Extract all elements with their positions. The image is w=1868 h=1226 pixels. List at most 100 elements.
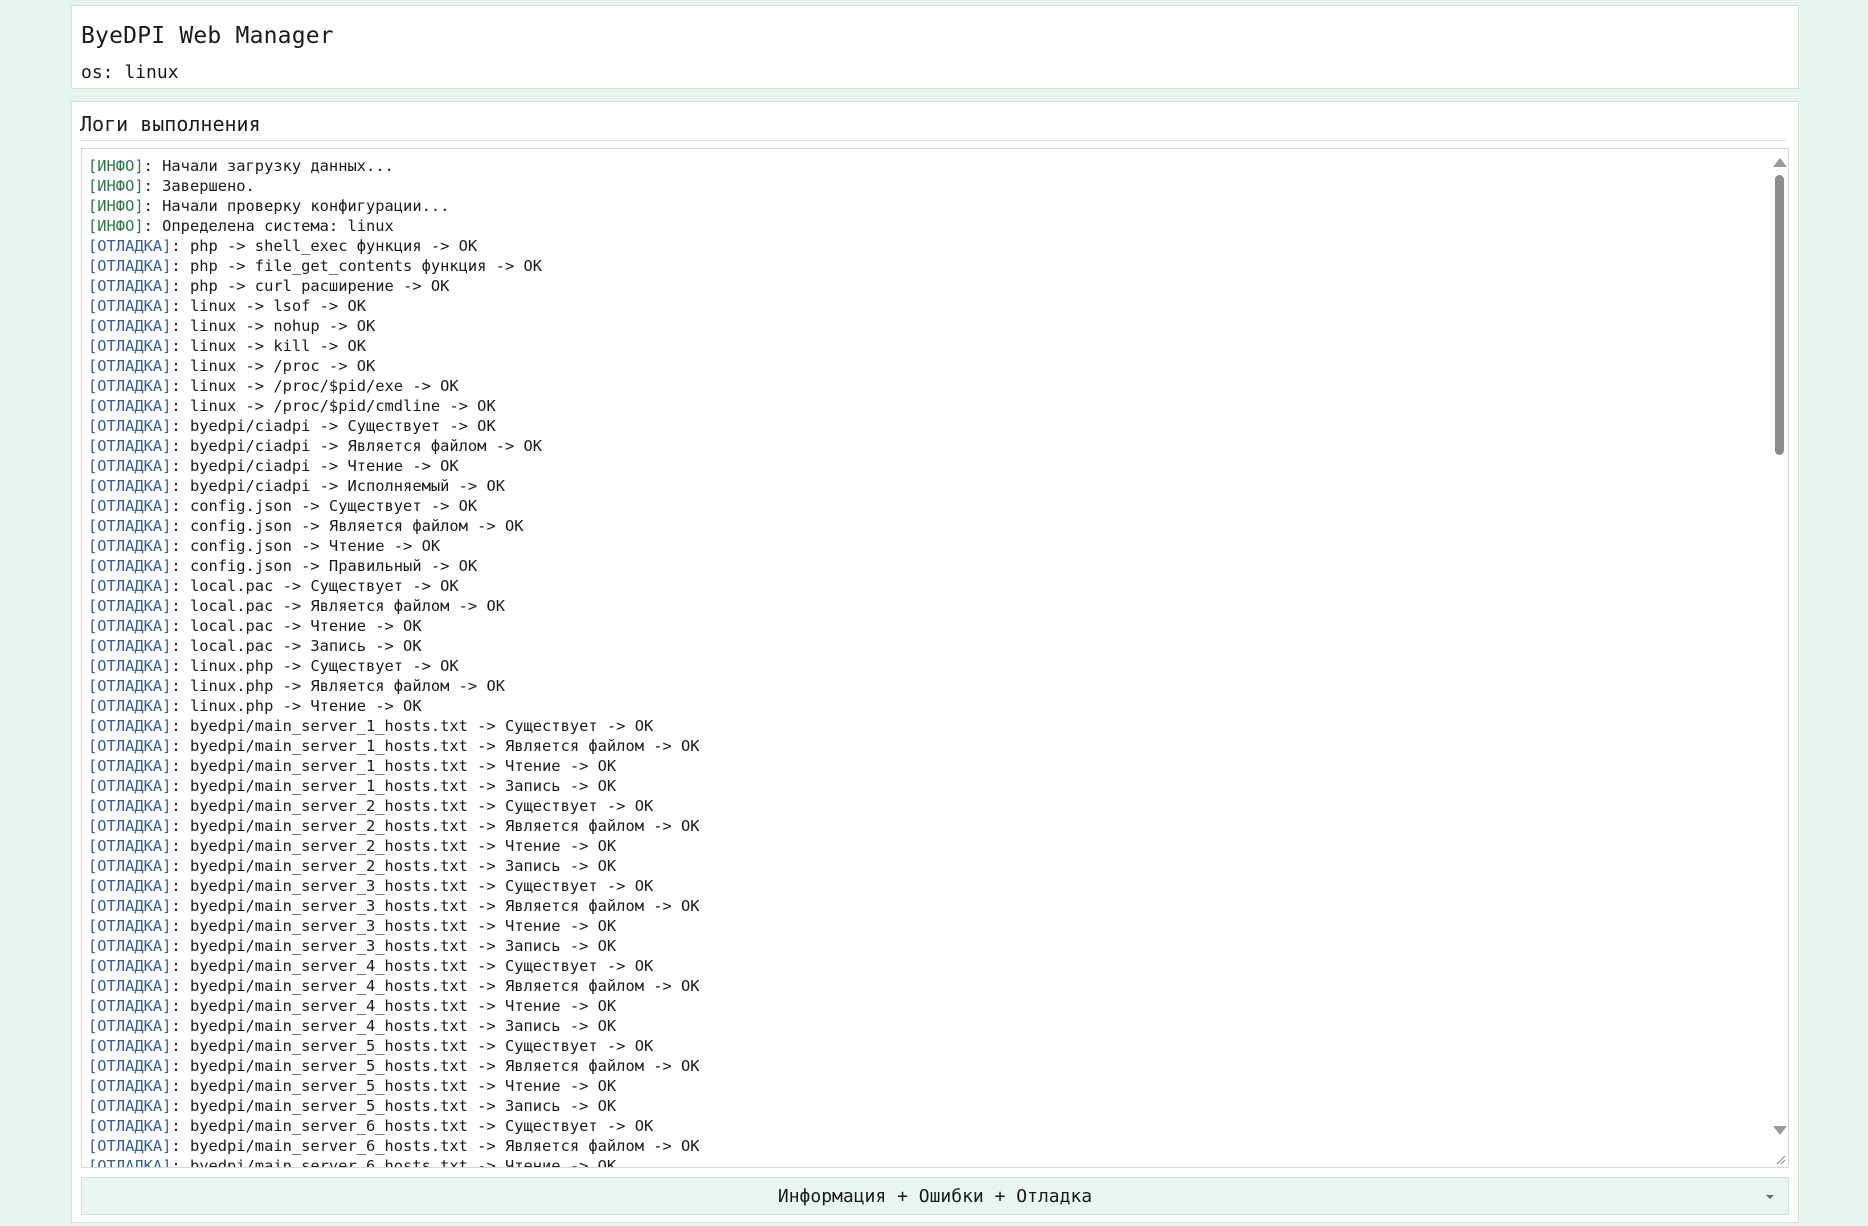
log-level-select-value: Информация + Ошибки + Отладка <box>777 1186 1093 1207</box>
log-message: : byedpi/main_server_6_hosts.txt -> Явля… <box>171 1137 700 1155</box>
log-line: [ОТЛАДКА]: local.pac -> Существует -> OK <box>88 576 1758 596</box>
log-message: : linux -> /proc/$pid/exe -> OK <box>171 377 459 395</box>
log-tag-info: [ИНФО] <box>88 157 144 175</box>
log-message: : linux -> nohup -> OK <box>171 317 376 335</box>
log-message: : byedpi/main_server_2_hosts.txt -> Чтен… <box>171 837 617 855</box>
resize-handle-icon[interactable] <box>1774 1153 1786 1165</box>
log-message: : byedpi/ciadpi -> Чтение -> OK <box>171 457 459 475</box>
log-message: : linux -> /proc/$pid/cmdline -> OK <box>171 397 496 415</box>
scrollbar-thumb[interactable] <box>1775 175 1784 455</box>
log-line: [ОТЛАДКА]: byedpi/main_server_4_hosts.tx… <box>88 996 1758 1016</box>
log-line: [ОТЛАДКА]: byedpi/main_server_2_hosts.tx… <box>88 796 1758 816</box>
log-message: : config.json -> Правильный -> OK <box>171 557 478 575</box>
log-message: : byedpi/main_server_4_hosts.txt -> Явля… <box>171 977 700 995</box>
log-message: : byedpi/main_server_1_hosts.txt -> Явля… <box>171 737 700 755</box>
chevron-down-icon <box>1766 1195 1774 1199</box>
log-message: : byedpi/main_server_2_hosts.txt -> Запи… <box>171 857 617 875</box>
log-tag-debug: [ОТЛАДКА] <box>88 977 172 995</box>
log-tag-debug: [ОТЛАДКА] <box>88 397 172 415</box>
log-tag-debug: [ОТЛАДКА] <box>88 857 172 875</box>
log-message: : byedpi/main_server_5_hosts.txt -> Суще… <box>171 1037 654 1055</box>
log-tag-debug: [ОТЛАДКА] <box>88 317 172 335</box>
log-message: : byedpi/main_server_3_hosts.txt -> Чтен… <box>171 917 617 935</box>
log-line: [ОТЛАДКА]: byedpi/main_server_4_hosts.tx… <box>88 956 1758 976</box>
log-tag-debug: [ОТЛАДКА] <box>88 1037 172 1055</box>
log-tag-debug: [ОТЛАДКА] <box>88 297 172 315</box>
log-tag-info: [ИНФО] <box>88 177 144 195</box>
log-tag-debug: [ОТЛАДКА] <box>88 817 172 835</box>
logs-divider <box>80 140 1786 141</box>
log-tag-debug: [ОТЛАДКА] <box>88 937 172 955</box>
scroll-up-icon[interactable] <box>1773 158 1787 167</box>
log-message: : byedpi/main_server_4_hosts.txt -> Суще… <box>171 957 654 975</box>
log-message: : local.pac -> Запись -> OK <box>171 637 422 655</box>
log-line: [ОТЛАДКА]: linux -> /proc/$pid/cmdline -… <box>88 396 1758 416</box>
log-tag-debug: [ОТЛАДКА] <box>88 457 172 475</box>
log-message: : Завершено. <box>143 177 255 195</box>
log-line: [ОТЛАДКА]: byedpi/main_server_2_hosts.tx… <box>88 816 1758 836</box>
log-line: [ИНФО]: Начали проверку конфигурации... <box>88 196 1758 216</box>
log-tag-debug: [ОТЛАДКА] <box>88 837 172 855</box>
log-line: [ИНФО]: Завершено. <box>88 176 1758 196</box>
log-line: [ОТЛАДКА]: byedpi/main_server_4_hosts.tx… <box>88 976 1758 996</box>
log-message: : byedpi/main_server_4_hosts.txt -> Чтен… <box>171 997 617 1015</box>
log-tag-debug: [ОТЛАДКА] <box>88 497 172 515</box>
log-line: [ОТЛАДКА]: byedpi/main_server_6_hosts.tx… <box>88 1116 1758 1136</box>
log-line: [ОТЛАДКА]: byedpi/main_server_3_hosts.tx… <box>88 896 1758 916</box>
log-message: : config.json -> Чтение -> OK <box>171 537 441 555</box>
log-output[interactable]: [ИНФО]: Начали загрузку данных... [ИНФО]:… <box>81 148 1789 1168</box>
log-line: [ОТЛАДКА]: byedpi/main_server_5_hosts.tx… <box>88 1036 1758 1056</box>
log-message: : local.pac -> Существует -> OK <box>171 577 459 595</box>
log-line: [ОТЛАДКА]: byedpi/main_server_6_hosts.tx… <box>88 1156 1758 1168</box>
log-message: : byedpi/main_server_3_hosts.txt -> Запи… <box>171 937 617 955</box>
log-tag-debug: [ОТЛАДКА] <box>88 437 172 455</box>
log-message: : linux.php -> Существует -> OK <box>171 657 459 675</box>
log-line: [ОТЛАДКА]: byedpi/main_server_2_hosts.tx… <box>88 856 1758 876</box>
log-tag-debug: [ОТЛАДКА] <box>88 777 172 795</box>
log-message: : Начали проверку конфигурации... <box>143 197 450 215</box>
log-message: : byedpi/main_server_5_hosts.txt -> Запи… <box>171 1097 617 1115</box>
log-tag-debug: [ОТЛАДКА] <box>88 697 172 715</box>
log-message: : byedpi/main_server_4_hosts.txt -> Запи… <box>171 1017 617 1035</box>
log-message: : byedpi/main_server_3_hosts.txt -> Суще… <box>171 877 654 895</box>
log-line: [ОТЛАДКА]: linux.php -> Является файлом … <box>88 676 1758 696</box>
log-tag-debug: [ОТЛАДКА] <box>88 257 172 275</box>
log-tag-debug: [ОТЛАДКА] <box>88 537 172 555</box>
log-tag-debug: [ОТЛАДКА] <box>88 357 172 375</box>
log-message: : php -> shell_exec функция -> OK <box>171 237 478 255</box>
log-message: : byedpi/main_server_1_hosts.txt -> Суще… <box>171 717 654 735</box>
log-tag-info: [ИНФО] <box>88 197 144 215</box>
log-line: [ОТЛАДКА]: linux -> /proc/$pid/exe -> OK <box>88 376 1758 396</box>
log-line: [ОТЛАДКА]: local.pac -> Является файлом … <box>88 596 1758 616</box>
log-line: [ОТЛАДКА]: byedpi/main_server_3_hosts.tx… <box>88 876 1758 896</box>
log-line: [ОТЛАДКА]: local.pac -> Запись -> OK <box>88 636 1758 656</box>
log-message: : linux.php -> Является файлом -> OK <box>171 677 505 695</box>
log-tag-debug: [ОТЛАДКА] <box>88 1077 172 1095</box>
page: { "header": { "title": "ByeDPI Web Manag… <box>0 0 1868 1226</box>
log-line: [ОТЛАДКА]: php -> file_get_contents функ… <box>88 256 1758 276</box>
log-tag-debug: [ОТЛАДКА] <box>88 477 172 495</box>
log-tag-debug: [ОТЛАДКА] <box>88 957 172 975</box>
log-line: [ОТЛАДКА]: byedpi/main_server_4_hosts.tx… <box>88 1016 1758 1036</box>
log-tag-debug: [ОТЛАДКА] <box>88 557 172 575</box>
log-tag-debug: [ОТЛАДКА] <box>88 657 172 675</box>
log-tag-debug: [ОТЛАДКА] <box>88 237 172 255</box>
log-tag-debug: [ОТЛАДКА] <box>88 637 172 655</box>
log-message: : byedpi/main_server_6_hosts.txt -> Чтен… <box>171 1157 617 1168</box>
log-line: [ОТЛАДКА]: byedpi/main_server_3_hosts.tx… <box>88 916 1758 936</box>
log-line: [ОТЛАДКА]: config.json -> Существует -> … <box>88 496 1758 516</box>
log-line: [ОТЛАДКА]: linux -> kill -> OK <box>88 336 1758 356</box>
scroll-down-icon[interactable] <box>1773 1126 1787 1135</box>
log-message: : linux -> lsof -> OK <box>171 297 366 315</box>
log-message: : byedpi/ciadpi -> Существует -> OK <box>171 417 496 435</box>
log-line: [ОТЛАДКА]: linux -> lsof -> OK <box>88 296 1758 316</box>
log-tag-info: [ИНФО] <box>88 217 144 235</box>
log-message: : byedpi/main_server_3_hosts.txt -> Явля… <box>171 897 700 915</box>
log-line: [ОТЛАДКА]: linux.php -> Существует -> OK <box>88 656 1758 676</box>
log-line: [ОТЛАДКА]: byedpi/ciadpi -> Чтение -> OK <box>88 456 1758 476</box>
os-label: os: linux <box>81 62 179 83</box>
log-tag-debug: [ОТЛАДКА] <box>88 677 172 695</box>
log-message: : byedpi/main_server_2_hosts.txt -> Явля… <box>171 817 700 835</box>
log-level-select[interactable]: Информация + Ошибки + Отладка <box>81 1177 1789 1215</box>
scrollbar[interactable] <box>1770 149 1788 1167</box>
